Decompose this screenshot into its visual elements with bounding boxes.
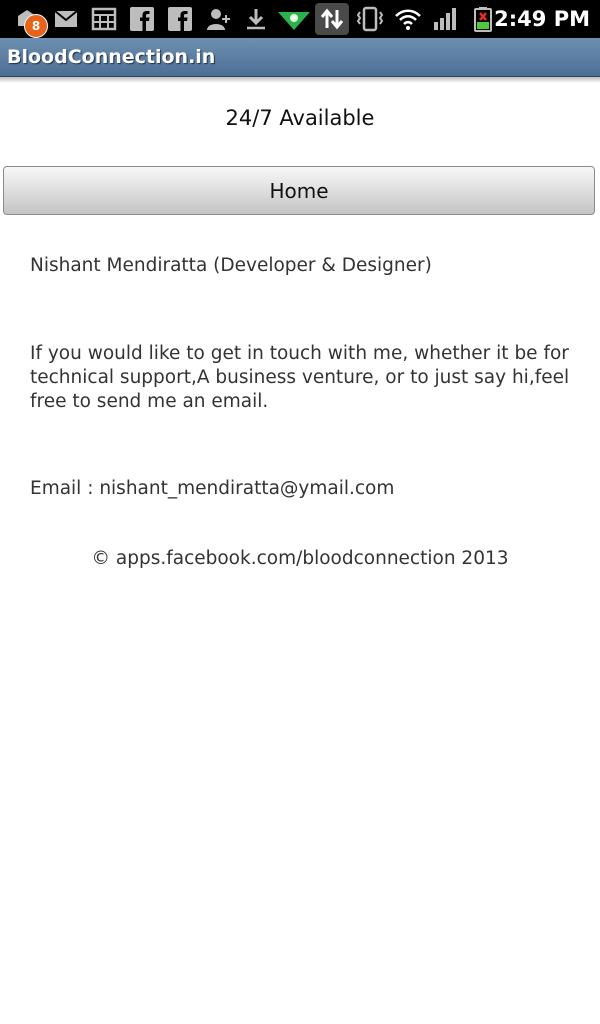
app-title: BloodConnection.in (7, 46, 216, 68)
wifi-icon (393, 6, 423, 32)
title-bar-shadow (0, 77, 600, 83)
home-button[interactable]: Home (3, 166, 595, 215)
app-title-bar: BloodConnection.in (0, 38, 600, 77)
email-text: Email : nishant_mendiratta@ymail.com (30, 478, 395, 499)
clock: 2:49 PM (494, 7, 590, 31)
download-icon (243, 6, 269, 32)
signal-icon (432, 6, 458, 32)
add-contact-icon (205, 6, 231, 32)
contact-message: If you would like to get in touch with m… (30, 343, 570, 412)
copyright-footer: © apps.facebook.com/bloodconnection 2013 (91, 548, 509, 569)
facebook-icon (129, 6, 155, 32)
calendar-icon (91, 6, 117, 32)
notification-count-badge: 8 (24, 14, 48, 38)
availability-heading: 24/7 Available (225, 106, 375, 130)
status-bar: 8 2:49 PM (0, 0, 600, 38)
facebook-icon (167, 6, 193, 32)
developer-credit: Nishant Mendiratta (Developer & Designer… (30, 255, 432, 276)
vibrate-icon (355, 6, 385, 32)
data-transfer-icon (315, 3, 349, 35)
gmail-icon (53, 6, 79, 32)
android-market-icon (277, 6, 311, 32)
battery-icon (470, 6, 496, 32)
